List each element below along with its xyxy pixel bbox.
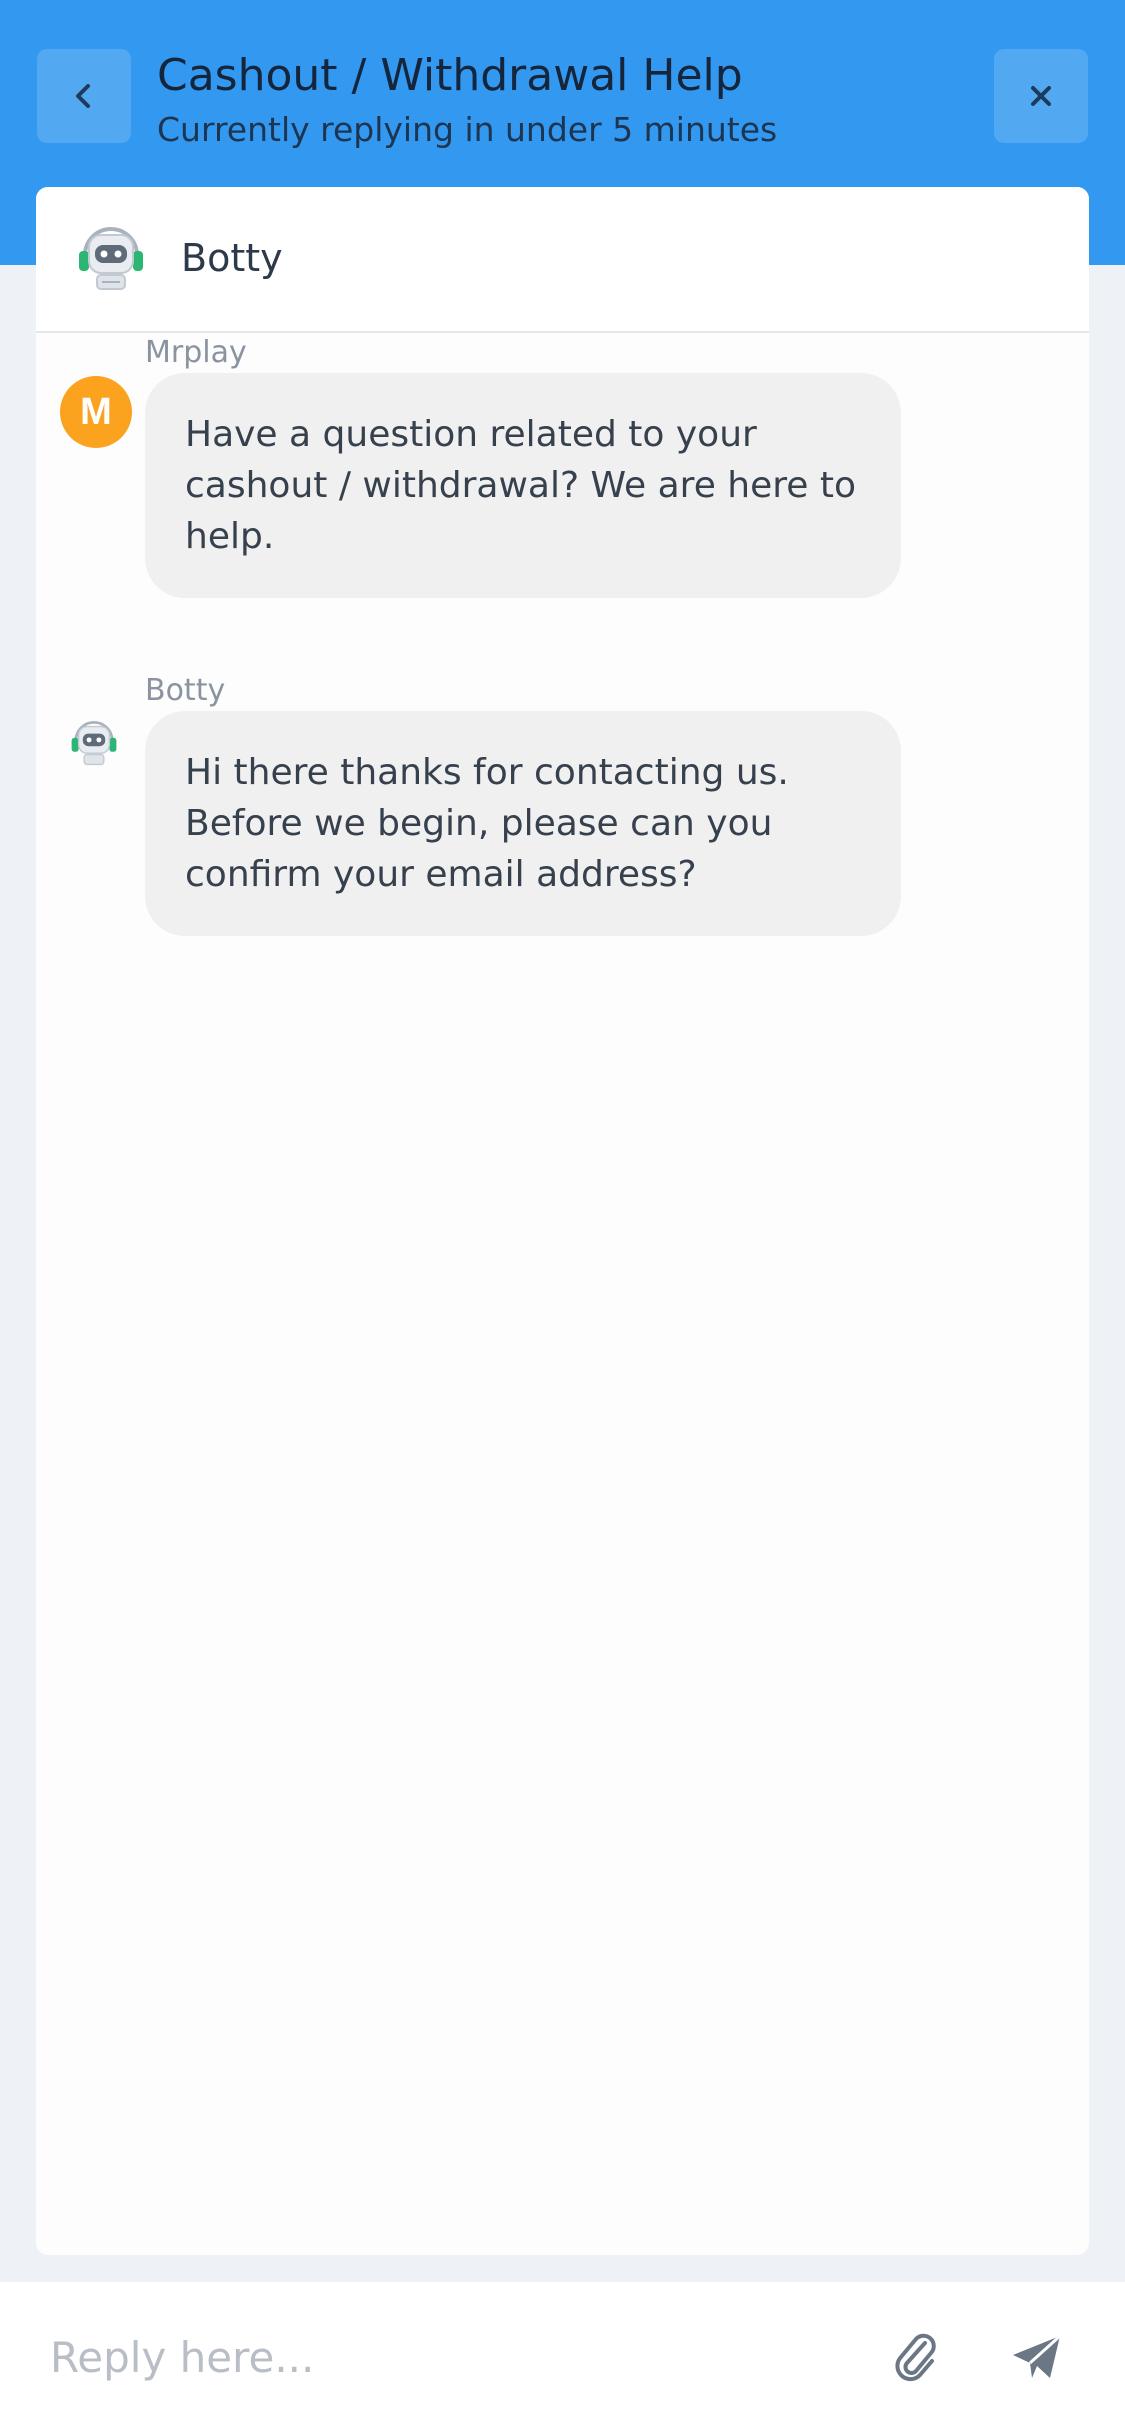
paperclip-icon [895,2333,936,2382]
robot-headset-icon [71,721,117,766]
chat-title: Cashout / Withdrawal Help [157,50,743,101]
back-button[interactable] [37,49,131,143]
reply-input[interactable] [50,2322,830,2392]
sender-name: Botty [145,673,226,708]
attach-button[interactable] [884,2322,948,2392]
chevron-left-icon [76,84,90,108]
message-group: Mrplay M Have a question related to your… [36,333,1089,598]
conversation-panel: Botty Mrplay M Have a question related t… [36,187,1089,2255]
reply-bar [0,2282,1125,2436]
avatar: M [60,376,132,448]
robot-headset-icon [79,227,143,290]
message-list: Mrplay M Have a question related to your… [36,333,1089,2255]
message-group: Botty Hi there thanks for contacting us.… [36,671,1089,936]
close-button[interactable] [994,49,1088,143]
paper-plane-icon [1013,2334,1062,2378]
sender-name: Mrplay [145,335,247,370]
close-icon [1031,86,1051,106]
reply-time-status: Currently replying in under 5 minutes [157,110,778,149]
agent-header: Botty [36,187,1089,333]
message-bubble: Have a question related to your cashout … [145,373,901,598]
agent-name: Botty [181,236,283,280]
message-bubble: Hi there thanks for contacting us. Befor… [145,711,901,936]
send-button[interactable] [1002,2322,1072,2392]
